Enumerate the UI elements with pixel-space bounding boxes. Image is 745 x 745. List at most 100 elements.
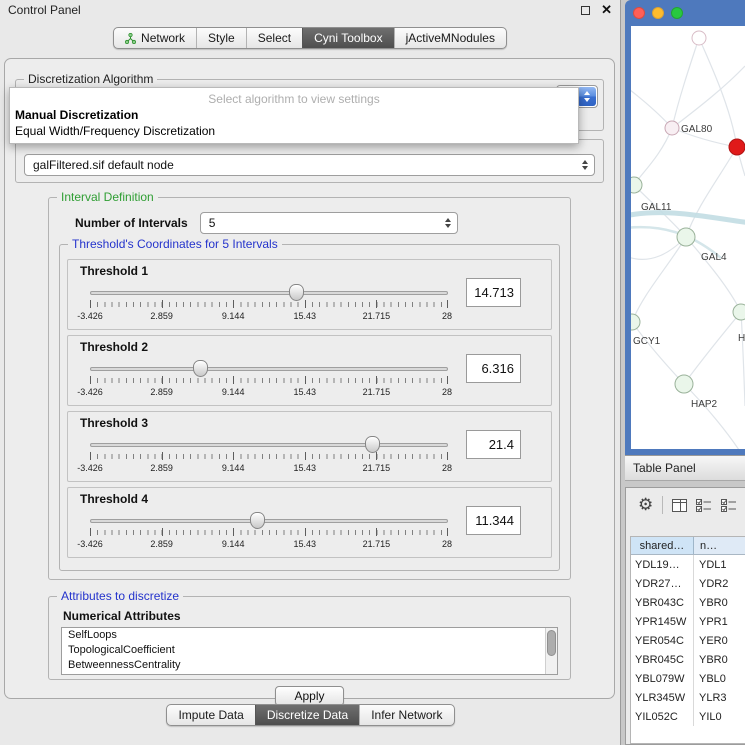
list-scrollbar[interactable] — [545, 628, 557, 674]
cell[interactable]: YDL19… — [631, 555, 694, 574]
cell[interactable]: YBR0 — [694, 593, 745, 612]
node-gal80[interactable] — [665, 121, 679, 135]
cell[interactable]: YDR27… — [631, 574, 694, 593]
bottom-tabbar: Impute Data Discretize Data Infer Networ… — [0, 704, 621, 726]
tab-cyni-toolbox-label: Cyni Toolbox — [314, 31, 382, 45]
node-label-gal4: GAL4 — [701, 252, 727, 263]
node-attribute-table: shared… n… YDL19…YDL1 YDR27…YDR2 YBR043C… — [630, 536, 745, 744]
table-row[interactable]: YBL079WYBL0 — [631, 669, 745, 688]
zoom-traffic-icon[interactable] — [671, 7, 683, 19]
gear-icon[interactable] — [638, 495, 653, 515]
cell[interactable]: YBR0 — [694, 650, 745, 669]
tab-impute-data[interactable]: Impute Data — [167, 705, 254, 725]
cell[interactable]: YBL0 — [694, 669, 745, 688]
dropdown-option-equal-width-frequency[interactable]: Equal Width/Frequency Discretization — [10, 123, 578, 139]
tab-jactivemnodules[interactable]: jActiveMNodules — [394, 28, 506, 48]
control-panel-titlebar: Control Panel — [0, 0, 620, 20]
tab-network[interactable]: Network — [114, 28, 196, 48]
threshold-3-value-field[interactable]: 21.4 — [466, 430, 521, 459]
table-row[interactable]: YDL19…YDL1 — [631, 555, 745, 574]
apply-button[interactable]: Apply — [275, 686, 343, 706]
checkbox-list-icon[interactable] — [721, 498, 737, 512]
tab-style[interactable]: Style — [196, 28, 246, 48]
table-row[interactable]: YDR27…YDR2 — [631, 574, 745, 593]
close-icon[interactable] — [601, 2, 612, 18]
table-row[interactable]: YER054CYER0 — [631, 631, 745, 650]
threshold-2-label: Threshold 2 — [80, 340, 551, 354]
table-header-row: shared… n… — [631, 537, 745, 555]
cell[interactable]: YBL079W — [631, 669, 694, 688]
node-selected-red[interactable] — [729, 139, 745, 155]
slider-track[interactable] — [90, 519, 448, 523]
threshold-1-slider-thumb[interactable] — [289, 284, 304, 301]
cell[interactable]: YBR045C — [631, 650, 694, 669]
cell[interactable]: YPR145W — [631, 612, 694, 631]
list-scrollbar-thumb[interactable] — [547, 630, 556, 656]
node-gal11[interactable] — [631, 177, 642, 193]
cell[interactable]: YLR3 — [694, 688, 745, 707]
checkbox-list-icon[interactable] — [696, 498, 712, 512]
discretization-algorithm-group-label: Discretization Algorithm — [24, 72, 157, 86]
table-row[interactable]: YPR145WYPR1 — [631, 612, 745, 631]
tab-infer-network[interactable]: Infer Network — [359, 705, 453, 725]
list-item-betweennesscentrality[interactable]: BetweennessCentrality — [62, 658, 557, 673]
threshold-4-slider-thumb[interactable] — [250, 512, 265, 529]
close-traffic-icon[interactable] — [633, 7, 645, 19]
slider-track[interactable] — [90, 367, 448, 371]
dropdown-option-manual-discretization[interactable]: Manual Discretization — [10, 107, 578, 123]
table-data-combobox[interactable]: galFiltered.sif default node — [24, 154, 595, 176]
threshold-4-box: Threshold 4 -3.426 2.859 9.144 15.43 — [67, 487, 552, 558]
tab-select[interactable]: Select — [246, 28, 302, 48]
combo-stepper-icon[interactable] — [577, 87, 596, 106]
cell[interactable]: YIL0 — [694, 707, 745, 726]
threshold-4-value-field[interactable]: 11.344 — [466, 506, 521, 535]
cell[interactable]: YDR2 — [694, 574, 745, 593]
column-header-name[interactable]: n… — [694, 537, 745, 554]
threshold-3-slider-thumb[interactable] — [365, 436, 380, 453]
threshold-2-value-field[interactable]: 6.316 — [466, 354, 521, 383]
attributes-group: Attributes to discretize Numerical Attri… — [48, 596, 571, 680]
list-item-selfloops[interactable]: SelfLoops — [62, 628, 557, 643]
numerical-attributes-list[interactable]: SelfLoops TopologicalCoefficient Between… — [61, 627, 558, 675]
threshold-1-value-field[interactable]: 14.713 — [466, 278, 521, 307]
dropdown-placeholder[interactable]: Select algorithm to view settings — [10, 90, 578, 107]
tab-cyni-toolbox[interactable]: Cyni Toolbox — [302, 28, 393, 48]
tab-style-label: Style — [208, 31, 235, 45]
cell[interactable]: YIL052C — [631, 707, 694, 726]
number-of-intervals-label: Number of Intervals — [75, 216, 188, 230]
node-hap2[interactable] — [675, 375, 693, 393]
threshold-1-slider[interactable]: -3.426 2.859 9.144 15.43 21.715 28 — [90, 282, 448, 326]
threshold-3-slider[interactable]: -3.426 2.859 9.144 15.43 21.715 28 — [90, 434, 448, 478]
node-gcy1[interactable] — [631, 314, 640, 330]
number-of-intervals-combobox[interactable]: 5 — [200, 212, 458, 234]
cell[interactable]: YER054C — [631, 631, 694, 650]
threshold-1-box: Threshold 1 -3.426 2.859 9.144 15.43 — [67, 259, 552, 330]
node[interactable] — [692, 31, 706, 45]
slider-track[interactable] — [90, 443, 448, 447]
cell[interactable]: YBR043C — [631, 593, 694, 612]
cell[interactable]: YER0 — [694, 631, 745, 650]
columns-icon[interactable] — [672, 499, 687, 512]
cell[interactable]: YLR345W — [631, 688, 694, 707]
threshold-2-slider-thumb[interactable] — [193, 360, 208, 377]
table-row[interactable]: YBR045CYBR0 — [631, 650, 745, 669]
minimize-traffic-icon[interactable] — [652, 7, 664, 19]
table-panel-titlebar[interactable]: Table Panel — [625, 455, 745, 481]
table-row[interactable]: YLR345WYLR3 — [631, 688, 745, 707]
node-gal4[interactable] — [677, 228, 695, 246]
table-toolbar — [626, 488, 745, 522]
node[interactable] — [733, 304, 745, 320]
table-row[interactable]: YBR043CYBR0 — [631, 593, 745, 612]
slider-track[interactable] — [90, 291, 448, 295]
threshold-2-slider[interactable]: -3.426 2.859 9.144 15.43 21.715 28 — [90, 358, 448, 402]
restore-icon[interactable] — [581, 6, 590, 15]
tab-discretize-data[interactable]: Discretize Data — [255, 705, 359, 725]
list-item-topologicalcoefficient[interactable]: TopologicalCoefficient — [62, 643, 557, 658]
threshold-4-slider[interactable]: -3.426 2.859 9.144 15.43 21.715 28 — [90, 510, 448, 554]
cell[interactable]: YPR1 — [694, 612, 745, 631]
table-row[interactable]: YIL052CYIL0 — [631, 707, 745, 726]
network-canvas[interactable]: GAL80 GAL11 GAL4 GCY1 HAP2 HA — [631, 26, 745, 449]
cell[interactable]: YDL1 — [694, 555, 745, 574]
column-header-shared[interactable]: shared… — [631, 537, 694, 554]
window-traffic-lights — [633, 7, 683, 19]
